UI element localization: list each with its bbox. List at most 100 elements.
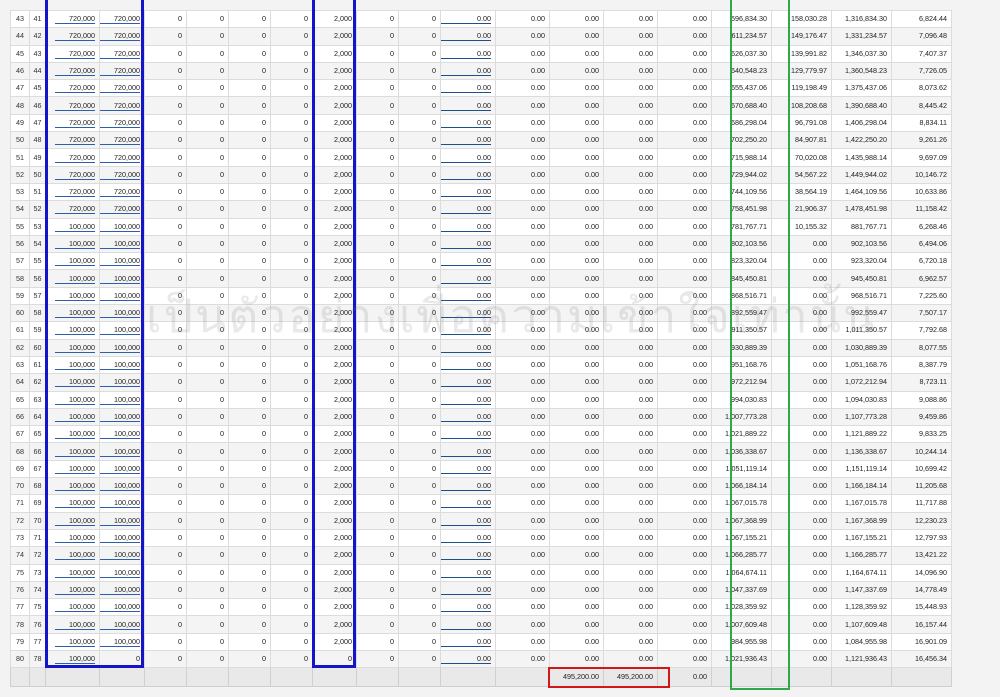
cell-col-12[interactable]: 0.00 [439, 9, 496, 29]
cell-col-13[interactable]: 0.00 [494, 321, 550, 340]
cell-col-7[interactable]: 0 [227, 632, 271, 651]
cell-col-19[interactable]: 1,128,359.92 [830, 598, 892, 617]
cell-col-2[interactable]: 50 [29, 165, 46, 184]
cell-col-11[interactable]: 0 [397, 459, 441, 479]
cell-col-19[interactable]: 1,346,037.30 [830, 44, 892, 63]
cell-col-19[interactable]: 1,422,250.20 [830, 131, 892, 150]
cell-col-5[interactable]: 0 [143, 217, 187, 236]
cell-col-8[interactable]: 0 [269, 407, 313, 427]
cell-col-12[interactable]: 0.00 [439, 96, 496, 115]
cell-col-12[interactable]: 0.00 [439, 598, 496, 617]
cell-col-7[interactable]: 0 [227, 304, 271, 323]
cell-col-19[interactable]: 1,164,674.11 [830, 563, 892, 582]
cell-col-3[interactable]: 100,000 [45, 563, 100, 582]
cell-col-6[interactable]: 0 [185, 615, 229, 634]
cell-col-9[interactable]: 2,000 [311, 425, 357, 444]
cell-col-19[interactable]: 1,030,889.39 [830, 338, 892, 357]
cell-col-13[interactable]: 0.00 [494, 649, 550, 669]
cell-col-17[interactable]: 1,051,119.14 [710, 459, 772, 479]
cell-col-3[interactable]: 100,000 [45, 252, 100, 271]
cell-col-14[interactable]: 0.00 [548, 304, 604, 323]
cell-col-19[interactable]: 1,011,350.57 [830, 321, 892, 340]
cell-col-13[interactable]: 0.00 [494, 148, 550, 167]
cell-col-6[interactable]: 0 [185, 649, 229, 669]
cell-col-9[interactable]: 2,000 [311, 580, 357, 600]
cell-col-6[interactable]: 0 [185, 425, 229, 444]
cell-col-13[interactable]: 0.00 [494, 96, 550, 115]
cell-col-7[interactable]: 0 [227, 407, 271, 427]
cell-col-10[interactable]: 0 [355, 407, 399, 427]
cell-col-18[interactable]: 70,020.08 [770, 148, 832, 167]
cell-col-3[interactable]: 720,000 [45, 148, 100, 167]
cell-col-12[interactable]: 0.00 [439, 27, 496, 46]
cell-col-5[interactable]: 0 [143, 425, 187, 444]
cell-col-11[interactable]: 0 [397, 131, 441, 150]
cell-col-19[interactable]: 1,136,338.67 [830, 442, 892, 461]
cell-col-17[interactable]: 1,036,338.67 [710, 442, 772, 461]
cell-col-14[interactable]: 0.00 [548, 131, 604, 150]
cell-col-16[interactable]: 0.00 [656, 286, 712, 306]
cell-col-2[interactable]: 43 [29, 44, 46, 63]
cell-col-19[interactable]: 881,767.71 [830, 217, 892, 236]
cell-col-5[interactable]: 0 [143, 286, 187, 306]
cell-col-13[interactable]: 0.00 [494, 338, 550, 357]
cell-col-1[interactable]: 50 [10, 131, 30, 150]
cell-col-12[interactable]: 0.00 [439, 546, 496, 565]
cell-col-7[interactable]: 0 [227, 598, 271, 617]
cell-col-1[interactable]: 48 [10, 96, 30, 115]
cell-col-4[interactable]: 720,000 [99, 182, 145, 202]
cell-col-4[interactable]: 720,000 [99, 9, 145, 29]
cell-col-3[interactable]: 100,000 [45, 425, 100, 444]
cell-col-3[interactable]: 720,000 [45, 96, 100, 115]
cell-col-19[interactable]: 968,516.71 [830, 286, 892, 306]
cell-col-17[interactable]: 1,066,285.77 [710, 546, 772, 565]
cell-col-1[interactable]: 70 [10, 477, 30, 496]
cell-col-3[interactable]: 100,000 [45, 338, 100, 357]
cell-col-14[interactable]: 0.00 [548, 286, 604, 306]
cell-col-11[interactable]: 0 [397, 615, 441, 634]
cell-col-18[interactable]: 0.00 [770, 373, 832, 392]
cell-col-19[interactable]: 1,331,234.57 [830, 27, 892, 46]
cell-col-14[interactable]: 0.00 [548, 321, 604, 340]
cell-col-16[interactable]: 0.00 [656, 113, 712, 133]
cell-col-1[interactable]: 69 [10, 459, 30, 479]
cell-col-5[interactable]: 0 [143, 494, 187, 513]
cell-col-14[interactable]: 0.00 [548, 477, 604, 496]
cell-col-1[interactable]: 53 [10, 182, 30, 202]
cell-col-13[interactable]: 0.00 [494, 217, 550, 236]
cell-col-2[interactable]: 67 [29, 459, 46, 479]
cell-col-1[interactable]: 75 [10, 563, 30, 582]
cell-col-2[interactable]: 42 [29, 27, 46, 46]
cell-col-16[interactable]: 0.00 [656, 477, 712, 496]
cell-col-8[interactable]: 0 [269, 96, 313, 115]
cell-col-17[interactable]: 640,548.23 [710, 61, 772, 81]
cell-col-13[interactable]: 0.00 [494, 44, 550, 63]
cell-col-5[interactable]: 0 [143, 338, 187, 357]
cell-col-14[interactable]: 0.00 [548, 528, 604, 548]
cell-col-9[interactable]: 2,000 [311, 27, 357, 46]
cell-col-15[interactable]: 0.00 [602, 252, 658, 271]
cell-col-7[interactable]: 0 [227, 165, 271, 184]
cell-col-4[interactable]: 100,000 [99, 494, 145, 513]
cell-col-20[interactable]: 12,230.23 [890, 511, 952, 530]
cell-col-10[interactable]: 0 [355, 373, 399, 392]
cell-col-20[interactable]: 8,073.62 [890, 79, 952, 98]
cell-col-6[interactable]: 0 [185, 338, 229, 357]
cell-col-1[interactable]: 73 [10, 528, 30, 548]
cell-col-10[interactable]: 0 [355, 563, 399, 582]
cell-col-12[interactable]: 0.00 [439, 425, 496, 444]
cell-col-4[interactable] [99, 667, 145, 688]
cell-col-3[interactable]: 100,000 [45, 373, 100, 392]
cell-col-12[interactable]: 0.00 [439, 407, 496, 427]
cell-col-4[interactable]: 100,000 [99, 373, 145, 392]
cell-col-17[interactable]: 1,028,359.92 [710, 598, 772, 617]
cell-col-20[interactable]: 9,088.86 [890, 390, 952, 409]
cell-col-8[interactable]: 0 [269, 649, 313, 669]
cell-col-11[interactable]: 0 [397, 269, 441, 288]
cell-col-17[interactable]: 951,168.76 [710, 355, 772, 375]
cell-col-11[interactable]: 0 [397, 442, 441, 461]
cell-col-9[interactable]: 2,000 [311, 632, 357, 651]
cell-col-14[interactable]: 0.00 [548, 338, 604, 357]
cell-col-15[interactable]: 0.00 [602, 269, 658, 288]
cell-col-18[interactable]: 0.00 [770, 580, 832, 600]
